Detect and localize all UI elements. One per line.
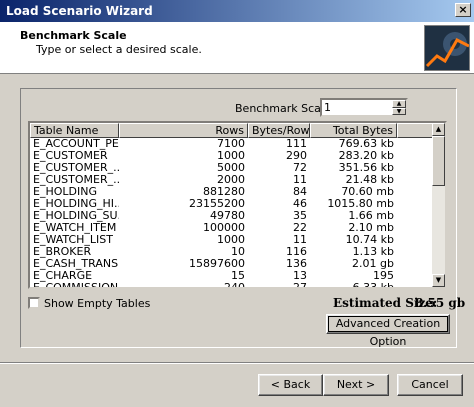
cell-table-name: E_COMMISSION [30,282,119,287]
cell-bytes-row: 27 [248,282,310,287]
cell-rows: 15 [231,270,245,282]
cell-table-name: E_CASH_TRANS... [33,258,119,270]
cell-rows: 23155200 [189,198,245,210]
cell-table-name: E_ACCOUNT_PE... [33,138,119,150]
cell-total-bytes: 769.63 kb [338,138,394,150]
table-row[interactable]: E_WATCH_ITEM 100000 22 2.10 mb [30,222,433,234]
back-button[interactable]: < Back [258,374,323,396]
cell-rows: 1000 [217,150,245,162]
title-bar: Load Scenario Wizard × [0,0,474,22]
table-row[interactable]: E_HOLDING_SU... 49780 35 1.66 mb [30,210,433,222]
cell-bytes-row: 290 [286,150,307,162]
table-row[interactable]: E_CUSTOMER_... 2000 11 21.48 kb [30,174,433,186]
cell-rows: 881280 [203,186,245,198]
chart-logo-icon [424,25,470,71]
cell-bytes-row: 136 [286,258,307,270]
cell-rows: 2000 [217,174,245,186]
cell-total-bytes: 70.60 mb [341,186,394,198]
cell-table-name: E_CHARGE [33,270,93,282]
vertical-scrollbar[interactable]: ▲ ▼ [432,123,445,287]
table-row[interactable]: E_CUSTOMER 1000 290 283.20 kb [30,150,433,162]
table-row[interactable]: E_HOLDING 881280 84 70.60 mb [30,186,433,198]
table-row[interactable]: E_BROKER 10 116 1.13 kb [30,246,433,258]
table-row[interactable]: E_WATCH_LIST 1000 11 10.74 kb [30,234,433,246]
cell-total-bytes: 283.20 kb [338,150,394,162]
wizard-window: Load Scenario Wizard × Benchmark Scale T… [0,0,474,407]
cell-bytes-row: 72 [293,162,307,174]
benchmark-scale-spinner[interactable]: 1 ▲ ▼ [320,98,408,117]
cell-rows: 10 [231,246,245,258]
tables-list[interactable]: Table Name Rows Bytes/Row Total Bytes E_… [28,121,447,289]
cell-rows: 15897600 [189,258,245,270]
close-icon[interactable]: × [455,3,471,17]
next-button[interactable]: Next > [323,374,389,396]
cell-total-bytes: 1.66 mb [348,210,394,222]
column-header-table-name[interactable]: Table Name [30,123,119,138]
benchmark-scale-value[interactable]: 1 [324,101,331,114]
cell-table-name: E_HOLDING [33,186,97,198]
cell-total-bytes: 1015.80 mb [327,198,394,210]
cell-total-bytes: 10.74 kb [345,234,394,246]
table-header: Table Name Rows Bytes/Row Total Bytes [30,123,433,138]
window-title: Load Scenario Wizard [6,4,153,18]
table-row[interactable]: E_ACCOUNT_PE... 7100 111 769.63 kb [30,138,433,150]
cell-bytes-row: 22 [293,222,307,234]
cell-rows: 7100 [217,138,245,150]
table-row[interactable]: E_COMMISSION240276.33 kb [30,282,433,287]
cell-table-name: E_WATCH_ITEM [33,222,117,234]
cell-table-name: E_HOLDING_SU... [33,210,119,222]
cell-bytes-row: 11 [293,234,307,246]
cell-total-bytes: 6.33 kb [310,282,397,287]
estimated-size-value: 8.55 gb [415,296,466,310]
cancel-button[interactable]: Cancel [397,374,463,396]
spin-up-icon[interactable]: ▲ [392,100,406,108]
cell-table-name: E_BROKER [33,246,92,258]
cell-total-bytes: 2.01 gb [352,258,394,270]
cell-table-name: E_CUSTOMER_... [33,162,119,174]
cell-total-bytes: 351.56 kb [338,162,394,174]
show-empty-label[interactable]: Show Empty Tables [44,297,150,310]
cell-table-name: E_HOLDING_HI... [33,198,119,210]
cell-bytes-row: 11 [293,174,307,186]
table-row[interactable]: E_HOLDING_HI... 23155200 46 1015.80 mb [30,198,433,210]
page-title: Benchmark Scale [20,29,127,42]
cell-bytes-row: 35 [293,210,307,222]
wizard-header: Benchmark Scale Type or select a desired… [0,22,474,74]
cell-table-name: E_WATCH_LIST [33,234,113,246]
cell-rows: 100000 [203,222,245,234]
spin-down-icon[interactable]: ▼ [392,107,406,115]
cell-table-name: E_CUSTOMER [33,150,108,162]
column-header-bytes-row[interactable]: Bytes/Row [248,123,310,138]
show-empty-checkbox[interactable] [28,297,40,309]
cell-bytes-row: 116 [286,246,307,258]
cell-rows: 240 [119,282,248,287]
footer-divider [0,362,474,364]
column-header-filler [397,123,433,138]
scroll-up-icon[interactable]: ▲ [432,123,445,136]
advanced-creation-button[interactable]: Advanced Creation Option [326,314,450,348]
cell-bytes-row: 84 [293,186,307,198]
scroll-down-icon[interactable]: ▼ [432,274,445,287]
cell-rows: 1000 [217,234,245,246]
table-body: E_ACCOUNT_PE...7100111769.63 kbE_CUSTOME… [30,138,433,287]
column-header-rows[interactable]: Rows [119,123,248,138]
cell-rows: 49780 [210,210,245,222]
cell-bytes-row: 111 [286,138,307,150]
column-header-total-bytes[interactable]: Total Bytes [310,123,397,138]
table-row[interactable]: E_CUSTOMER_... 5000 72 351.56 kb [30,162,433,174]
cell-total-bytes: 1.13 kb [352,246,394,258]
table-row[interactable]: E_CASH_TRANS... 15897600 136 2.01 gb [30,258,433,270]
cell-bytes-row: 13 [293,270,307,282]
cell-total-bytes: 21.48 kb [345,174,394,186]
table-row[interactable]: E_CHARGE 15 13 195 [30,270,433,282]
cell-bytes-row: 46 [293,198,307,210]
cell-rows: 5000 [217,162,245,174]
scroll-thumb[interactable] [432,136,445,186]
cell-total-bytes: 195 [373,270,394,282]
cell-table-name: E_CUSTOMER_... [33,174,119,186]
cell-total-bytes: 2.10 mb [348,222,394,234]
page-subtitle: Type or select a desired scale. [36,43,202,56]
